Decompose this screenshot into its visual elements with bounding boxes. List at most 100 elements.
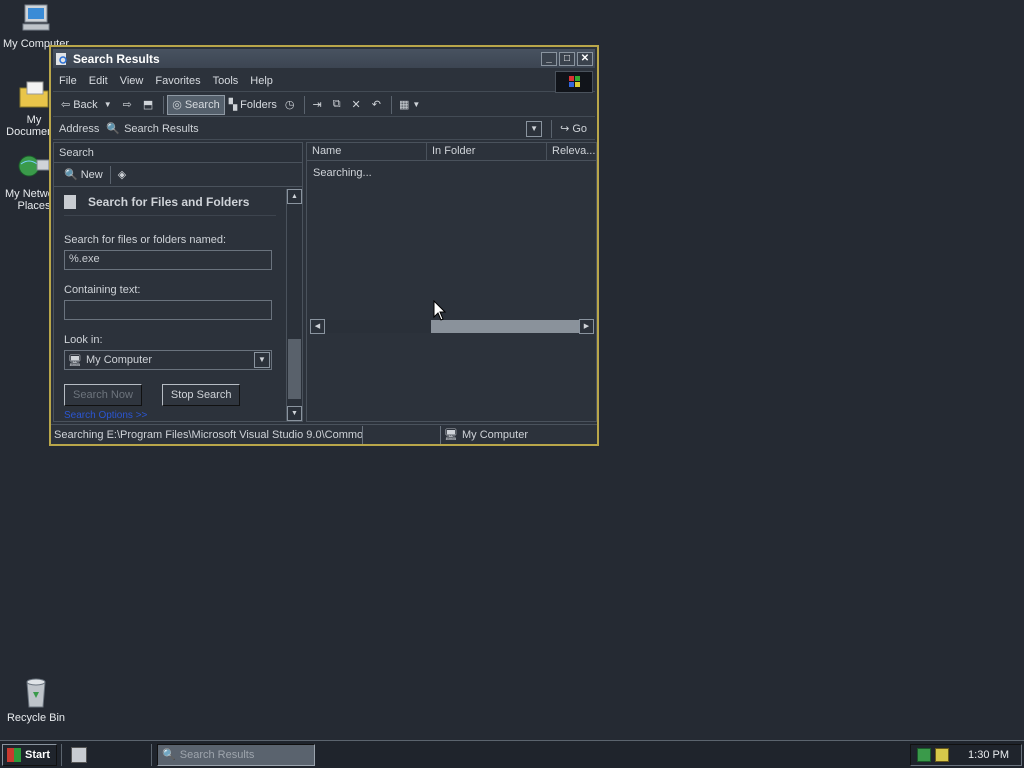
folders-button[interactable]: ▚ Folders (225, 95, 281, 115)
address-dropdown-button[interactable]: ▼ (526, 120, 543, 137)
search-form: Search for Files and Folders Search for … (54, 189, 286, 421)
column-in-folder[interactable]: In Folder (427, 143, 547, 160)
menu-favorites[interactable]: Favorites (149, 75, 206, 87)
toolbar-separator (109, 165, 111, 184)
scroll-up-button[interactable]: ▲ (287, 189, 302, 204)
search-assistant-button[interactable]: ◈ (114, 165, 133, 185)
containing-label: Containing text: (64, 284, 141, 296)
status-bar: Searching E:\Program Files\Microsoft Vis… (51, 424, 597, 444)
search-pane: Search 🔍 New ◈ Search for Files and Folde… (53, 142, 303, 422)
stop-search-button[interactable]: Stop Search (161, 384, 241, 406)
scroll-left-button[interactable]: ◀ (310, 319, 325, 334)
windows-logo-icon (555, 71, 593, 93)
menu-view[interactable]: View (114, 75, 150, 87)
lookin-select[interactable]: 🖥 My Computer ▼ (64, 350, 272, 370)
taskbar-separator (61, 743, 63, 766)
containing-input[interactable] (64, 300, 272, 320)
search-pane-toolbar: 🔍 New ◈ (54, 163, 302, 187)
taskbar-search-results[interactable]: 🔍 Search Results (157, 743, 316, 766)
search-now-button[interactable]: Search Now (64, 384, 142, 406)
close-button[interactable]: ✕ (577, 51, 593, 66)
taskbar-task-label: Search Results (179, 748, 255, 761)
new-search-button[interactable]: 🔍 New (60, 165, 107, 185)
recycle-bin-icon (19, 676, 53, 710)
search-results-window: Search Results _ □ ✕ File Edit View Favo… (49, 45, 599, 446)
back-arrow-icon: ⇦ (61, 99, 71, 111)
search-label: Search (184, 98, 220, 111)
mouse-cursor-icon (433, 300, 447, 321)
taskbar: Start 🔍 Search Results 1:30 PM (0, 740, 1024, 768)
results-pane: Name In Folder Releva... Searching... ◀ … (306, 142, 597, 422)
views-button[interactable]: ▦ ▼ (395, 95, 427, 115)
folders-icon: ▚ (228, 99, 238, 111)
status-spacer (363, 425, 441, 444)
search-window-icon (55, 52, 69, 66)
desktop-icon-my-computer[interactable]: My Computer (0, 2, 72, 50)
my-computer-icon (19, 2, 53, 36)
menu-edit[interactable]: Edit (83, 75, 114, 87)
network-tray-icon[interactable] (917, 748, 931, 762)
move-to-icon: ⇥ (312, 99, 322, 111)
taskbar-separator (151, 743, 153, 766)
views-icon: ▦ (398, 99, 410, 111)
chevron-down-icon[interactable]: ▼ (104, 100, 112, 109)
go-button[interactable]: ↪ Go (551, 119, 595, 138)
named-input[interactable]: %.exe (64, 250, 272, 270)
address-input[interactable]: 🔍 Search Results ▼ (105, 119, 552, 138)
scroll-right-button[interactable]: ▶ (579, 319, 594, 334)
column-name[interactable]: Name (307, 143, 427, 160)
my-documents-icon (17, 78, 51, 112)
address-value: Search Results (124, 122, 199, 135)
desktop-icon-recycle-bin[interactable]: Recycle Bin (0, 676, 72, 724)
folders-label: Folders (240, 98, 277, 111)
copy-to-icon: ⧉ (332, 98, 341, 110)
toolbar-separator (163, 95, 165, 114)
move-to-button[interactable]: ⇥ (308, 95, 328, 115)
delete-button[interactable]: ✕ (348, 95, 368, 115)
maximize-button[interactable]: □ (559, 51, 575, 66)
search-results-icon: 🔍 (106, 123, 121, 135)
scroll-down-button[interactable]: ▼ (287, 406, 302, 421)
undo-icon: ↶ (371, 99, 381, 111)
scroll-thumb[interactable] (288, 339, 301, 399)
start-label: Start (25, 748, 51, 761)
results-hscrollbar[interactable]: ◀ ▶ (310, 319, 594, 334)
back-button[interactable]: ⇦ Back ▼ (57, 95, 119, 115)
title-bar[interactable]: Search Results _ □ ✕ (53, 49, 595, 68)
quick-launch-desktop-icon[interactable] (71, 746, 88, 763)
security-tray-icon[interactable] (935, 748, 949, 762)
document-icon (64, 195, 76, 209)
back-label: Back (73, 98, 98, 111)
window-title: Search Results (73, 51, 160, 66)
forward-button[interactable]: ⇨ (119, 95, 139, 115)
new-label: New (80, 168, 103, 181)
results-column-headers: Name In Folder Releva... (307, 143, 596, 161)
clock[interactable]: 1:30 PM (968, 749, 1009, 761)
start-button[interactable]: Start (2, 743, 58, 766)
history-button[interactable]: ◷ (281, 95, 302, 115)
scroll-track[interactable] (325, 320, 579, 333)
chevron-down-icon: ▼ (412, 100, 421, 109)
menu-help[interactable]: Help (244, 75, 279, 87)
my-computer-icon: 🖥 (444, 428, 458, 441)
copy-to-button[interactable]: ⧉ (329, 95, 348, 115)
chevron-down-icon[interactable]: ▼ (254, 352, 270, 368)
scroll-thumb[interactable] (431, 320, 579, 333)
status-progress-text: Searching E:\Program Files\Microsoft Vis… (51, 425, 363, 444)
search-button[interactable]: ◎ Search (167, 94, 225, 115)
up-folder-icon: ⬒ (142, 99, 154, 111)
column-relevance[interactable]: Releva... (547, 143, 596, 160)
forward-arrow-icon: ⇨ (122, 99, 132, 111)
menu-file[interactable]: File (53, 75, 83, 87)
toolbar-separator (304, 95, 306, 114)
searching-status: Searching... (313, 167, 372, 179)
search-icon: ◎ (172, 99, 182, 111)
menu-tools[interactable]: Tools (207, 75, 245, 87)
search-options-link[interactable]: Search Options >> (64, 410, 276, 421)
undo-button[interactable]: ↶ (368, 95, 388, 115)
minimize-button[interactable]: _ (541, 51, 557, 66)
search-pane-scrollbar[interactable]: ▲ ▼ (286, 189, 302, 421)
up-folder-button[interactable]: ⬒ (139, 95, 160, 115)
status-location: 🖥 My Computer (441, 426, 597, 444)
lookin-value: My Computer (85, 354, 152, 366)
